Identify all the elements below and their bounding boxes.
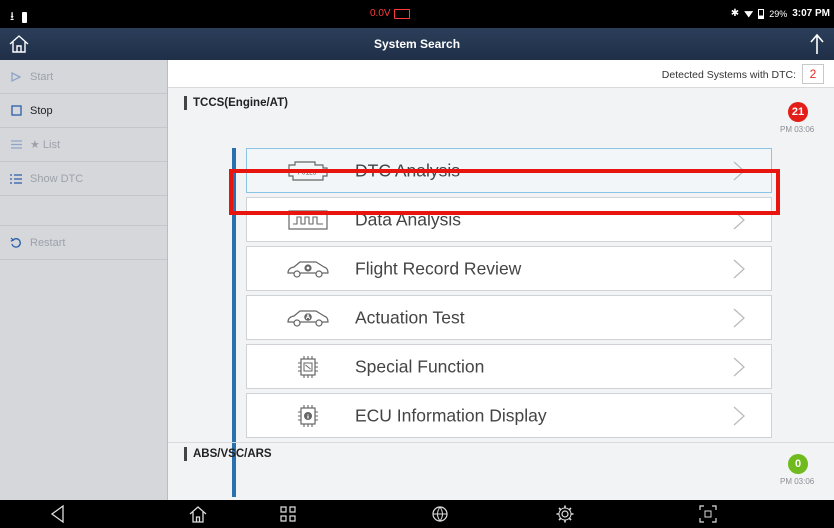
sidebar-item-label: Start xyxy=(30,70,54,83)
sidebar-item-stop[interactable]: Stop xyxy=(0,94,167,128)
home-icon[interactable] xyxy=(188,504,208,524)
function-panel: P0123 DTC Analysis Data Analysis Flight … xyxy=(232,148,774,497)
battery-percent: 29% xyxy=(769,8,788,19)
function-dtc-analysis[interactable]: P0123 DTC Analysis xyxy=(246,148,772,193)
function-data-analysis[interactable]: Data Analysis xyxy=(246,197,772,242)
sidebar-item-start[interactable]: Start xyxy=(0,60,167,94)
navigation-bar xyxy=(0,500,834,528)
chip-function-icon xyxy=(285,354,331,380)
chevron-right-icon xyxy=(733,357,745,376)
status-bar: ⭳ 0.0V ✱ 29% 3:07 PM xyxy=(0,0,834,28)
square-icon xyxy=(10,105,22,117)
sidebar-item-show-dtc[interactable]: Show DTC xyxy=(0,162,167,196)
dtc-summary-bar: Detected Systems with DTC: 2 xyxy=(168,60,834,88)
chevron-right-icon xyxy=(733,161,745,180)
function-label: DTC Analysis xyxy=(355,160,461,180)
bluetooth-icon: ✱ xyxy=(730,8,740,19)
chevron-right-icon xyxy=(733,406,745,425)
chevron-right-icon xyxy=(733,259,745,278)
function-flight-record-review[interactable]: Flight Record Review xyxy=(246,246,772,291)
sidebar-item-label: ★ List xyxy=(30,139,61,151)
dtc-summary-count: 2 xyxy=(802,64,824,84)
dtc-count-badge: 0 xyxy=(788,454,808,474)
voltage-value: 0.0V xyxy=(370,8,391,19)
main-content: Detected Systems with DTC: 2 TCCS(Engine… xyxy=(168,60,834,500)
wifi-icon xyxy=(744,11,754,18)
car-record-icon xyxy=(285,256,331,282)
function-label: Data Analysis xyxy=(355,209,462,229)
clock: 3:07 PM xyxy=(792,8,830,19)
sidebar-item-label: Restart xyxy=(30,236,66,249)
vehicle-voltage: 0.0V xyxy=(370,8,410,19)
function-label: ECU Information Display xyxy=(355,405,547,425)
section-divider xyxy=(168,442,834,443)
device-icon xyxy=(22,12,28,23)
usb-icon: ⭳ xyxy=(10,9,15,23)
upload-icon[interactable] xyxy=(808,32,826,56)
engine-dtc-icon-text: P0123 xyxy=(298,169,317,176)
chevron-right-icon xyxy=(733,210,745,229)
sidebar-item-list[interactable]: ★ List xyxy=(0,128,167,162)
play-icon xyxy=(10,71,22,83)
apps-grid-icon[interactable] xyxy=(278,504,298,524)
function-actuation-test[interactable]: Actuation Test xyxy=(246,295,772,340)
function-label: Actuation Test xyxy=(355,307,465,327)
sidebar-spacer xyxy=(0,196,167,226)
function-special-function[interactable]: Special Function xyxy=(246,344,772,389)
sidebar: Start Stop ★ List Show DTC Restart xyxy=(0,60,168,500)
settings-gear-icon[interactable] xyxy=(555,504,575,524)
back-icon[interactable] xyxy=(48,504,68,524)
engine-dtc-icon: P0123 xyxy=(285,158,331,184)
page-title: System Search xyxy=(373,37,461,51)
function-ecu-information-display[interactable]: ECU Information Display xyxy=(246,393,772,438)
list-icon xyxy=(10,139,22,151)
system-header-abs[interactable]: ABS/VSC/ARS xyxy=(184,447,272,461)
function-label: Special Function xyxy=(355,356,485,376)
title-bar: System Search xyxy=(0,28,834,60)
car-battery-icon xyxy=(393,8,410,19)
car-actuation-icon xyxy=(285,305,331,331)
chevron-right-icon xyxy=(733,308,745,327)
system-timestamp: PM 03:06 xyxy=(780,477,815,486)
system-header-tccs[interactable]: TCCS(Engine/AT) xyxy=(184,96,288,110)
dtc-list-icon xyxy=(10,173,22,185)
restart-icon xyxy=(10,237,22,249)
chip-info-icon xyxy=(285,403,331,429)
battery-icon xyxy=(758,8,765,19)
sidebar-item-label: Stop xyxy=(30,104,53,117)
globe-icon[interactable] xyxy=(430,504,450,524)
data-wave-icon xyxy=(285,207,331,233)
screenshot-icon[interactable] xyxy=(698,504,718,524)
system-timestamp: PM 03:06 xyxy=(780,125,815,134)
dtc-count-badge: 21 xyxy=(788,102,808,122)
sidebar-item-label: Show DTC xyxy=(30,172,84,185)
sidebar-item-restart[interactable]: Restart xyxy=(0,226,167,260)
function-label: Flight Record Review xyxy=(355,258,522,278)
dtc-summary-label: Detected Systems with DTC: xyxy=(661,69,796,81)
panel-accent-line xyxy=(232,148,236,497)
